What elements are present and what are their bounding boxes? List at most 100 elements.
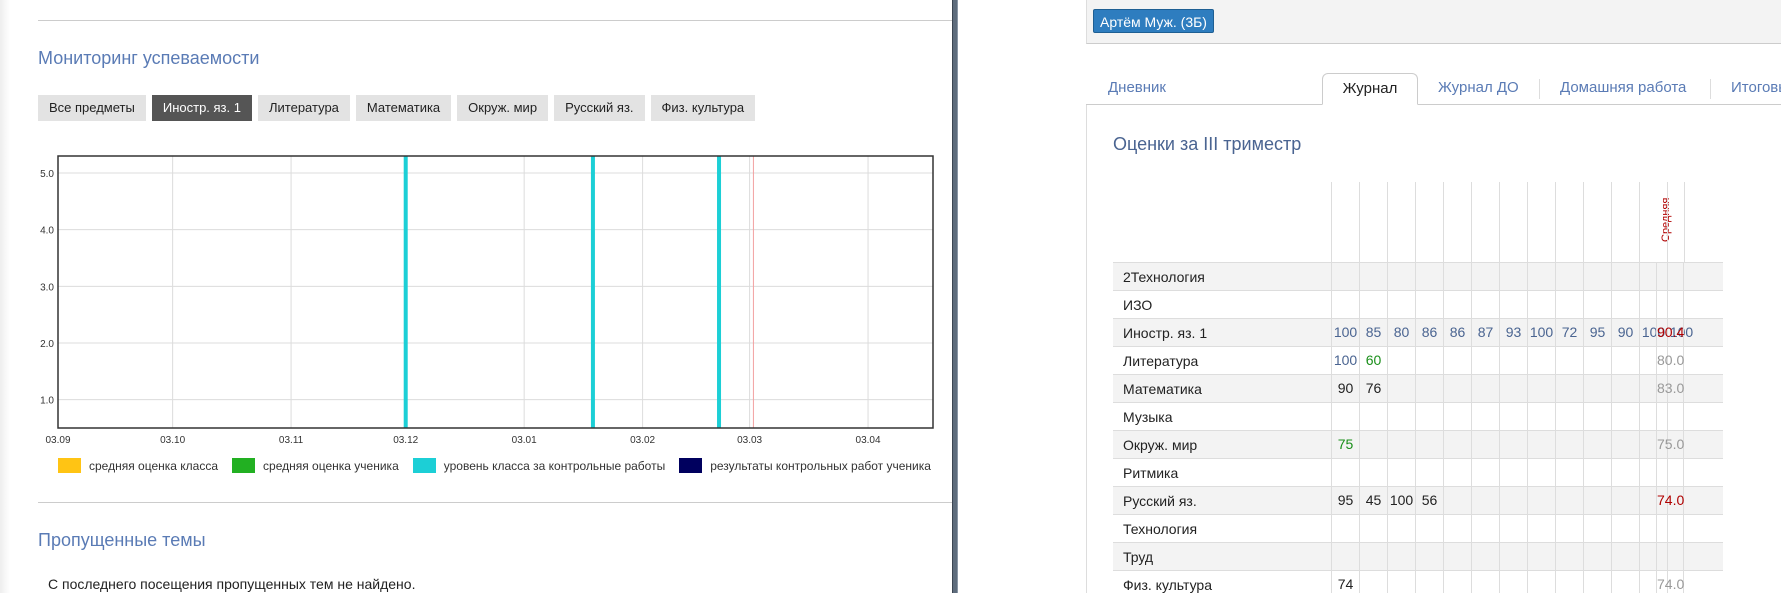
grade-cell — [1359, 543, 1387, 570]
grade-row: Ритмика — [1113, 458, 1723, 486]
subject-name: Русский яз. — [1123, 492, 1197, 509]
grade-cell — [1611, 291, 1639, 318]
grade-cell — [1555, 459, 1583, 486]
average-cell — [1656, 263, 1684, 290]
tab-homework[interactable]: Домашняя работа — [1560, 79, 1686, 96]
grade-cell — [1387, 403, 1415, 430]
legend-item: результаты контрольных работ ученика — [679, 458, 931, 473]
grade-cell — [1387, 431, 1415, 458]
grade-cell — [1471, 375, 1499, 402]
subject-name: Технология — [1123, 520, 1198, 537]
grade-cell[interactable]: 95 — [1583, 319, 1611, 346]
grade-cell — [1443, 347, 1471, 374]
grade-cell[interactable]: 75 — [1331, 431, 1359, 458]
grade-row: Математика 90 76 83.0 — [1113, 374, 1723, 402]
grade-cell[interactable]: 100 — [1331, 347, 1359, 374]
subject-name: Ритмика — [1123, 464, 1179, 481]
grade-cell[interactable]: 85 — [1359, 319, 1387, 346]
tab-journal-do[interactable]: Журнал ДО — [1438, 79, 1519, 96]
subject-name: Математика — [1123, 380, 1202, 397]
column-divider — [1331, 182, 1332, 262]
grade-row: ИЗО — [1113, 290, 1723, 318]
grade-cell[interactable]: 76 — [1359, 375, 1387, 402]
grade-cell — [1583, 543, 1611, 570]
student-selector-button[interactable]: Артём Муж. (3Б) — [1093, 9, 1214, 33]
column-divider — [1611, 182, 1612, 262]
column-divider — [1359, 182, 1360, 262]
grade-cell[interactable]: 87 — [1471, 319, 1499, 346]
legend-item: уровень класса за контрольные работы — [412, 458, 665, 473]
grade-cell[interactable]: 60 — [1359, 347, 1387, 374]
x-tick-label: 03.01 — [512, 435, 537, 446]
grade-cell — [1415, 431, 1443, 458]
average-cell — [1656, 459, 1684, 486]
grade-cell[interactable]: 86 — [1443, 319, 1471, 346]
section-divider — [38, 502, 952, 503]
grade-cell — [1359, 459, 1387, 486]
grade-cell[interactable]: 93 — [1499, 319, 1527, 346]
legend-label: средняя оценка класса — [89, 458, 219, 473]
subject-tab[interactable]: Русский яз. — [554, 95, 645, 121]
subject-filter-tabs: Все предметы Иностр. яз. 1 Литература Матем… — [38, 95, 756, 121]
grade-cell — [1415, 291, 1443, 318]
grade-row: 2Технология — [1113, 262, 1723, 290]
grade-cell[interactable]: 95 — [1331, 487, 1359, 514]
chart-legend: средняя оценка класса средняя оценка учен… — [58, 458, 931, 473]
y-tick-label: 5.0 — [40, 169, 54, 180]
grade-cell[interactable]: 100 — [1387, 487, 1415, 514]
tab-final-grades[interactable]: Итоговые оценки — [1731, 79, 1781, 96]
x-tick-label: 03.12 — [393, 435, 418, 446]
subject-tab[interactable]: Математика — [355, 95, 452, 121]
grades-table: Средняя 2Технология ИЗО Иностр. яз. 1 100 85… — [1113, 182, 1723, 593]
subject-tab[interactable]: Литература — [257, 95, 350, 121]
grade-cell[interactable]: 74 — [1331, 571, 1359, 593]
grade-cell[interactable]: 86 — [1415, 319, 1443, 346]
average-column-header: Средняя — [1656, 190, 1684, 250]
grade-cell — [1443, 403, 1471, 430]
subject-tab[interactable]: Окруж. мир — [457, 95, 549, 121]
grade-cell[interactable]: 100 — [1331, 319, 1359, 346]
grade-cell — [1387, 515, 1415, 542]
grade-cell[interactable]: 90 — [1611, 319, 1639, 346]
subject-tab[interactable]: Все предметы — [38, 95, 146, 121]
grade-cell — [1331, 291, 1359, 318]
grade-cell — [1331, 459, 1359, 486]
x-tick-label: 03.11 — [279, 435, 304, 446]
class-test-bar — [717, 156, 722, 428]
grade-cell — [1527, 459, 1555, 486]
grade-cell — [1611, 487, 1639, 514]
average-cell — [1656, 291, 1684, 318]
grade-cell — [1499, 431, 1527, 458]
grade-cell — [1415, 403, 1443, 430]
grade-cell — [1555, 515, 1583, 542]
grade-cell — [1499, 291, 1527, 318]
grade-cell[interactable]: 45 — [1359, 487, 1387, 514]
column-divider — [1555, 182, 1556, 262]
grade-cell — [1443, 431, 1471, 458]
grade-cell — [1583, 375, 1611, 402]
average-cell: 75.0 — [1656, 431, 1684, 458]
grade-cell[interactable]: 72 — [1555, 319, 1583, 346]
tab-diary[interactable]: Дневник — [1108, 79, 1166, 96]
tab-journal[interactable]: Журнал — [1322, 73, 1418, 105]
grade-cell — [1527, 571, 1555, 593]
average-cell: 90.4 — [1656, 319, 1684, 346]
grade-cell — [1359, 571, 1387, 593]
subject-tab[interactable]: Иностр. яз. 1 — [151, 95, 252, 121]
grade-cell — [1583, 487, 1611, 514]
grade-cell — [1499, 571, 1527, 593]
grade-cell[interactable]: 100 — [1527, 319, 1555, 346]
grade-cell — [1527, 515, 1555, 542]
subject-name: Окруж. мир — [1123, 436, 1198, 453]
average-cell: 80.0 — [1656, 347, 1684, 374]
grade-row: Литература 100 60 80.0 — [1113, 346, 1723, 374]
grade-cell — [1471, 459, 1499, 486]
subject-tab[interactable]: Физ. культура — [650, 95, 756, 121]
top-divider — [38, 20, 952, 21]
grade-cell — [1387, 263, 1415, 290]
grade-cell[interactable]: 56 — [1415, 487, 1443, 514]
grade-cell[interactable]: 80 — [1387, 319, 1415, 346]
grade-cell — [1359, 515, 1387, 542]
grade-cell[interactable]: 90 — [1331, 375, 1359, 402]
subject-name: Труд — [1123, 548, 1154, 565]
